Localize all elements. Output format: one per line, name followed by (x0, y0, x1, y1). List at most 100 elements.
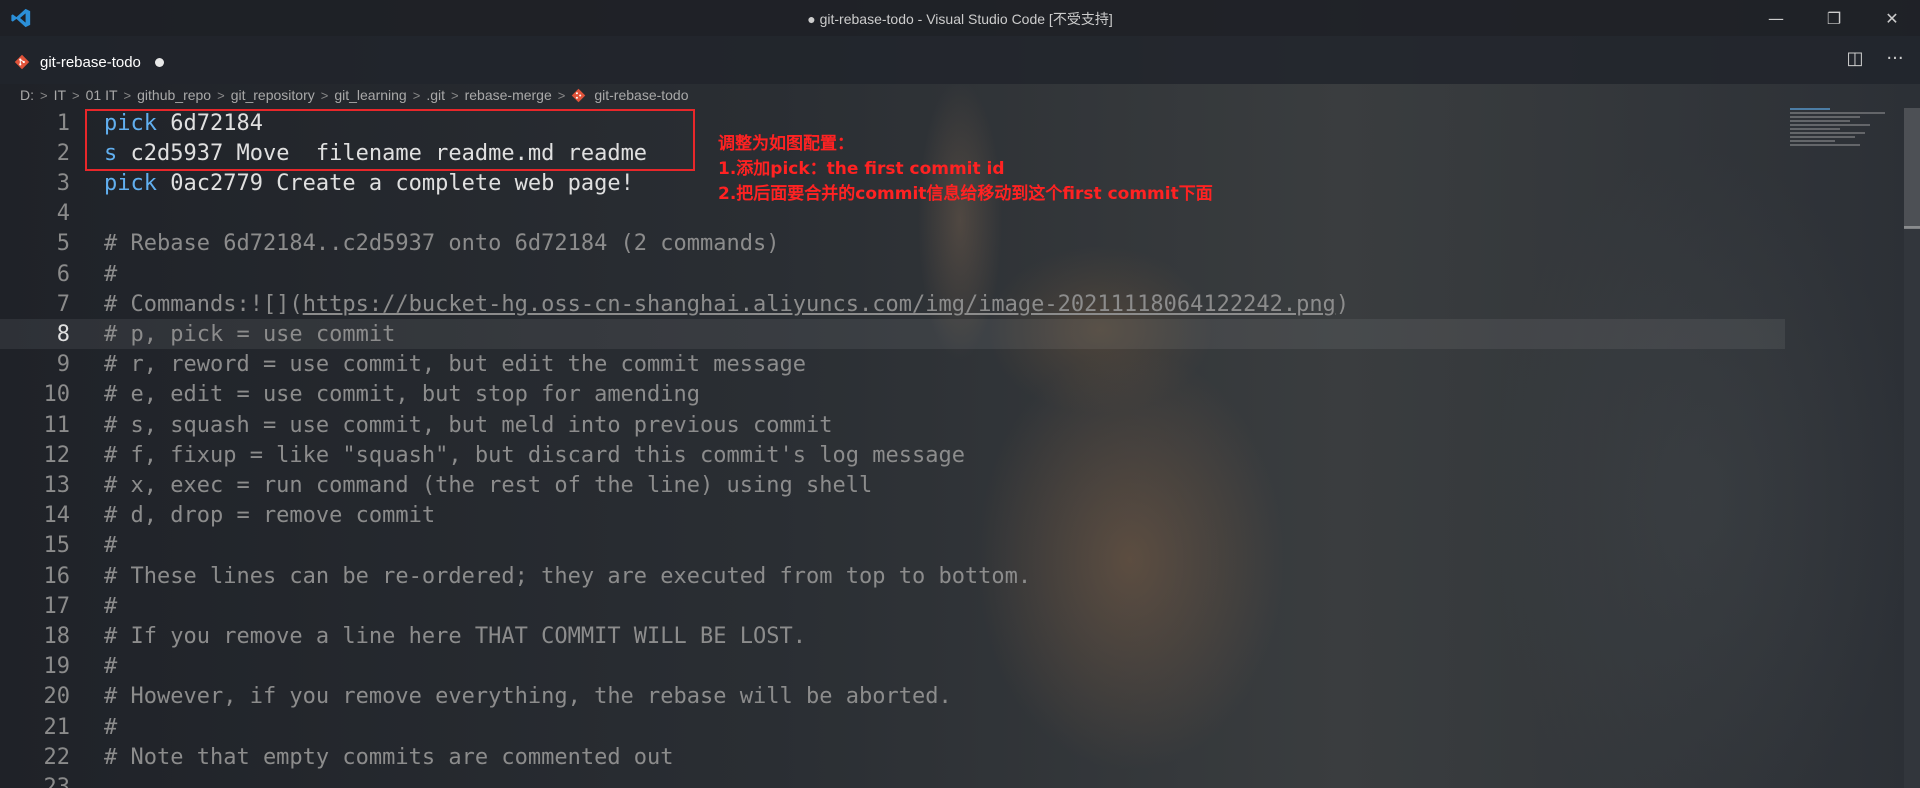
restore-button[interactable]: ❐ (1806, 0, 1862, 36)
code-text: # s, squash = use commit, but meld into … (104, 413, 832, 438)
line-number: 22 (43, 744, 71, 770)
breadcrumb-item[interactable]: github_repo (137, 87, 211, 103)
line-number: 11 (43, 412, 71, 438)
comment-text: # Rebase 6d72184..c2d5937 onto 6d72184 (… (104, 231, 780, 257)
comment-text: # (104, 654, 118, 680)
breadcrumb-item[interactable]: IT (54, 87, 66, 103)
code-line[interactable]: 20 # However, if you remove everything, t… (0, 682, 1785, 712)
code-line[interactable]: 12 # f, fixup = like "squash", but discar… (0, 440, 1785, 470)
code-text: # d, drop = remove commit (104, 503, 435, 528)
breadcrumb-item[interactable]: .git (426, 87, 445, 103)
line-number: 1 (56, 110, 70, 136)
comment-text: ) (1335, 291, 1350, 317)
code-line[interactable]: 23 (0, 772, 1785, 788)
minimap[interactable] (1790, 108, 1900, 168)
line-number: 2 (56, 140, 70, 166)
git-file-icon (572, 88, 586, 102)
close-button[interactable]: ✕ (1864, 0, 1920, 36)
breadcrumb-item-file[interactable]: git-rebase-todo (571, 87, 689, 103)
more-actions-icon[interactable]: ··· (1884, 48, 1906, 70)
code-line[interactable]: 18 # If you remove a line here THAT COMMI… (0, 621, 1785, 651)
unsaved-dot-icon[interactable] (154, 57, 164, 67)
code-text: # r, reword = use commit, but edit the c… (104, 352, 806, 377)
comment-text: # s, squash = use commit, but meld into … (104, 412, 833, 438)
code-text: # Commands:![](https://bucket-hg.oss-cn-… (104, 292, 1349, 317)
comment-text: # e, edit = use commit, but stop for ame… (104, 382, 701, 408)
breadcrumb: D: > IT > 01 IT > github_repo > git_repo… (0, 84, 1920, 106)
code-text: # Note that empty commits are commented … (104, 745, 674, 770)
image-link[interactable]: https://bucket-hg.oss-cn-shanghai.aliyun… (303, 292, 1336, 317)
chevron-right-icon: > (217, 87, 225, 103)
scrollbar-thumb[interactable] (1904, 108, 1920, 228)
code-line[interactable]: 7 # Commands:![](https://bucket-hg.oss-cn… (0, 289, 1785, 319)
breadcrumb-item[interactable]: git_repository (231, 87, 315, 103)
code-text: # e, edit = use commit, but stop for ame… (104, 382, 700, 407)
code-line[interactable]: 11 # s, squash = use commit, but meld int… (0, 410, 1785, 440)
comment-text: # (104, 261, 118, 287)
comment-text: # Note that empty commits are commented … (104, 744, 674, 770)
chevron-right-icon: > (557, 87, 566, 103)
git-file-icon (14, 54, 30, 70)
breadcrumb-item[interactable]: git_learning (334, 87, 406, 103)
comment-text: # (104, 593, 118, 619)
vertical-scrollbar[interactable] (1904, 108, 1920, 788)
cursor-marker (1904, 226, 1920, 229)
code-line[interactable]: 13 # x, exec = run command (the rest of t… (0, 470, 1785, 500)
chevron-right-icon: > (72, 87, 80, 103)
breadcrumb-item[interactable]: 01 IT (86, 87, 118, 103)
line-number: 17 (43, 593, 71, 619)
comment-text: # (104, 714, 118, 740)
annotation-line: 调整为如图配置： (718, 134, 854, 154)
rebase-command: pick (104, 170, 157, 196)
annotation-note: 调整为如图配置： 1.添加pick：the first commit id 2.… (718, 132, 1213, 207)
code-text: # (104, 594, 117, 619)
code-line[interactable]: 21 # (0, 712, 1785, 742)
code-text: # Rebase 6d72184..c2d5937 onto 6d72184 (… (104, 231, 780, 256)
code-line[interactable]: 19 # (0, 652, 1785, 682)
code-text: # These lines can be re-ordered; they ar… (104, 564, 1031, 589)
code-line[interactable]: 14 # d, drop = remove commit (0, 501, 1785, 531)
code-text: pick 0ac2779 Create a complete web page! (104, 171, 634, 196)
code-line[interactable]: 6 # (0, 259, 1785, 289)
code-text: # p, pick = use commit (104, 322, 395, 347)
annotation-line: 2.把后面要合并的commit信息给移动到这个first commit下面 (718, 184, 1213, 204)
comment-text: # However, if you remove everything, the… (104, 684, 952, 710)
line-number: 14 (43, 503, 71, 529)
chevron-right-icon: > (451, 87, 459, 103)
code-line[interactable]: 5 # Rebase 6d72184..c2d5937 onto 6d72184 … (0, 229, 1785, 259)
code-line[interactable]: 17 # (0, 591, 1785, 621)
line-number: 20 (43, 684, 71, 710)
commit-text: 0ac2779 Create a complete web page! (156, 170, 634, 196)
line-number: 21 (43, 714, 71, 740)
comment-text: # f, fixup = like "squash", but discard … (104, 442, 965, 468)
code-line[interactable]: 22 # Note that empty commits are commente… (0, 742, 1785, 772)
close-icon: ✕ (1885, 8, 1899, 28)
code-line[interactable]: 8 # p, pick = use commit (0, 319, 1785, 350)
code-text: # (104, 654, 117, 679)
comment-text: # d, drop = remove commit (104, 503, 436, 529)
comment-text: # x, exec = run command (the rest of the… (104, 472, 873, 498)
line-number: 13 (43, 472, 71, 498)
tab-label: git-rebase-todo (40, 53, 141, 71)
tab-git-rebase-todo[interactable]: git-rebase-todo (0, 42, 190, 82)
code-line[interactable]: 15 # (0, 531, 1785, 561)
highlight-box (85, 109, 695, 171)
minimize-button[interactable]: — (1748, 0, 1804, 36)
line-number: 16 (43, 563, 71, 589)
code-line[interactable]: 10 # e, edit = use commit, but stop for a… (0, 380, 1785, 410)
code-line[interactable]: 16 # These lines can be re-ordered; they … (0, 561, 1785, 591)
chevron-right-icon: > (40, 87, 48, 103)
code-text: # x, exec = run command (the rest of the… (104, 473, 872, 498)
code-line[interactable]: 9 # r, reword = use commit, but edit the … (0, 350, 1785, 380)
comment-text: # p, pick = use commit (104, 321, 396, 347)
chevron-right-icon: > (412, 87, 421, 103)
title-bar: ● git-rebase-todo - Visual Studio Code [… (0, 0, 1920, 36)
code-editor[interactable]: 1 pick 6d72184 2 s c2d5937 Move filename re… (0, 108, 1900, 788)
breadcrumb-item[interactable]: rebase-merge (465, 87, 552, 103)
comment-text: # These lines can be re-ordered; they ar… (104, 563, 1032, 589)
code-text: # (104, 262, 117, 287)
breadcrumb-item[interactable]: D: (20, 87, 34, 103)
split-editor-icon[interactable]: ◫ (1844, 48, 1866, 70)
line-number: 5 (56, 231, 70, 257)
annotation-line: 1.添加pick：the first commit id (718, 159, 1005, 179)
